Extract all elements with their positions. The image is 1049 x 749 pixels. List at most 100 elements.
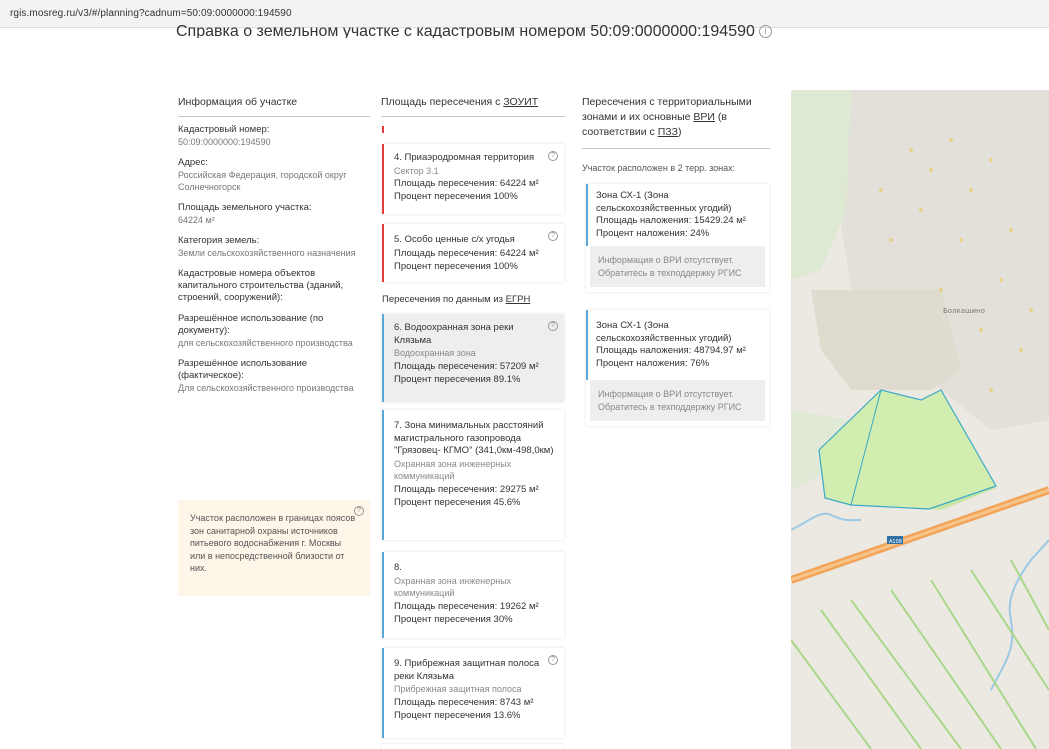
zones-heading-line1: Пересечения с территориальными <box>582 96 752 108</box>
area-value: 64224 м² <box>178 215 215 225</box>
egrn-card[interactable]: 7. Зона минимальных расстояний магистрал… <box>382 410 564 540</box>
pzz-link[interactable]: ПЗЗ <box>658 126 678 138</box>
zouit-card-percent: Процент пересечения 100% <box>394 191 518 202</box>
zone-card-main: Зона СХ-1 (Зона сельскохозяйственных уго… <box>586 184 769 246</box>
egrn-card-subtitle: Охранная зона инженерных коммуникаций <box>394 458 512 482</box>
red-marker <box>382 126 384 133</box>
egrn-card-area: Площадь пересечения: 8743 м² <box>394 696 534 708</box>
egrn-heading-prefix: Пересечения по данным из <box>382 294 506 305</box>
zouit-card-subtitle: Сектор 3.1 <box>394 165 439 176</box>
egrn-card-title: 7. Зона минимальных расстояний магистрал… <box>394 420 554 456</box>
next-card-edge <box>382 744 564 749</box>
zones-heading-rule <box>582 148 770 149</box>
zouit-card[interactable]: 4. Приаэродромная территория Сектор 3.1 … <box>382 144 564 214</box>
zones-heading-text: соответствии с <box>582 126 658 138</box>
address-value: Российская Федерация, городской округ Со… <box>178 170 347 192</box>
egrn-card-subtitle: Охранная зона инженерных коммуникаций <box>394 575 512 599</box>
area-label: Площадь земельного участка: <box>178 202 312 213</box>
zouit-card-area: Площадь пересечения: 64224 м² <box>394 247 539 259</box>
help-icon[interactable]: ? <box>548 151 558 161</box>
egrn-card-area: Площадь пересечения: 19262 м² <box>394 600 539 612</box>
zouit-card-title: 4. Приаэродромная территория <box>394 152 535 163</box>
zone-card[interactable]: Зона СХ-1 (Зона сельскохозяйственных уго… <box>586 310 769 426</box>
zones-heading-line3: соответствии с ПЗЗ) <box>582 125 772 140</box>
zouit-card[interactable]: 5. Особо ценные с/х угодья Площадь перес… <box>382 224 564 282</box>
info-icon[interactable]: i <box>758 25 772 38</box>
zone-card-percent: Процент наложения: 76% <box>596 357 710 369</box>
place-label: Болкашино <box>943 307 985 315</box>
egrn-card-percent: Процент пересечения 13.6% <box>394 709 521 721</box>
use-doc-field: Разрешённое использование (по документу)… <box>178 313 374 349</box>
zouit-link[interactable]: ЗОУИТ <box>503 96 538 108</box>
help-icon[interactable]: ? <box>548 321 558 331</box>
zone-card-percent: Процент наложения: 24% <box>596 227 710 239</box>
area-field: Площадь земельного участка: 64224 м² <box>178 202 374 226</box>
egrn-card-area: Площадь пересечения: 57209 м² <box>394 360 539 372</box>
info-heading-rule <box>178 116 370 117</box>
page-title-text: Справка о земельном участке с кадастровы… <box>176 23 755 38</box>
help-icon[interactable]: ? <box>548 655 558 665</box>
oks-field: Кадастровые номера объектов капитального… <box>178 268 374 304</box>
egrn-card[interactable]: 8. Охранная зона инженерных коммуникаций… <box>382 552 564 638</box>
map-canvas[interactable]: А108 Болкашино <box>789 90 1049 749</box>
egrn-card-percent: Процент пересечения 45.6% <box>394 496 521 508</box>
egrn-card-title: 8. <box>394 562 402 573</box>
help-icon[interactable]: ? <box>354 506 364 516</box>
sanitary-zone-warning: Участок расположен в границах поясов зон… <box>178 500 370 596</box>
zone-card[interactable]: Зона СХ-1 (Зона сельскохозяйственных уго… <box>586 184 769 292</box>
address-label: Адрес: <box>178 157 208 168</box>
oks-label: Кадастровые номера объектов капитального… <box>178 268 344 303</box>
parcel-info: Кадастровый номер: 50:09:0000000:194590 … <box>178 124 374 403</box>
zouit-heading-rule <box>381 116 565 117</box>
egrn-card-area: Площадь пересечения: 29275 м² <box>394 483 539 495</box>
category-label: Категория земель: <box>178 235 260 246</box>
cad-number-value: 50:09:0000000:194590 <box>178 137 271 147</box>
zouit-heading-prefix: Площадь пересечения с <box>381 96 504 108</box>
zone-card-area: Площадь наложения: 48794.97 м² <box>596 345 746 356</box>
vri-missing-note: Информация о ВРИ отсутствует. Обратитесь… <box>590 246 765 287</box>
cad-number-field: Кадастровый номер: 50:09:0000000:194590 <box>178 124 374 148</box>
egrn-card-title: 9. Прибрежная защитная полоса реки Клязь… <box>394 658 540 682</box>
cad-number-label: Кадастровый номер: <box>178 124 270 135</box>
zone-card-title: Зона СХ-1 (Зона сельскохозяйственных уго… <box>596 320 732 344</box>
egrn-card-percent: Процент пересечения 89.1% <box>394 373 521 385</box>
egrn-card-title: 6. Водоохранная зона реки Клязьма <box>394 322 514 346</box>
zouit-heading: Площадь пересечения с ЗОУИТ <box>381 95 538 110</box>
use-fact-field: Разрешённое использование (фактическое):… <box>178 358 374 394</box>
vri-link[interactable]: ВРИ <box>693 111 715 123</box>
zouit-card-percent: Процент пересечения 100% <box>394 260 518 272</box>
url-text[interactable]: rgis.mosreg.ru/v3/#/planning?cadnum=50:0… <box>10 8 292 19</box>
zouit-card-title: 5. Особо ценные с/х угодья <box>394 234 515 245</box>
road-label: А108 <box>889 539 902 545</box>
use-fact-label: Разрешённое использование (фактическое): <box>178 358 308 381</box>
use-fact-value: Для сельскохозяйственного производства <box>178 383 354 393</box>
zones-heading-text: ) <box>677 126 682 138</box>
zone-card-title: Зона СХ-1 (Зона сельскохозяйственных уго… <box>596 190 732 214</box>
zones-heading-line2: зонами и их основные ВРИ (в <box>582 110 772 125</box>
page-title: Справка о земельном участке с кадастровы… <box>176 22 772 38</box>
warning-text: Участок расположен в границах поясов зон… <box>190 513 356 573</box>
vri-missing-note: Информация о ВРИ отсутствует. Обратитесь… <box>590 380 765 421</box>
zouit-card-area: Площадь пересечения: 64224 м² <box>394 178 539 189</box>
egrn-card-subtitle: Прибрежная защитная полоса <box>394 684 522 694</box>
egrn-card-subtitle: Водоохранная зона <box>394 348 476 358</box>
zones-count-note: Участок расположен в 2 терр. зонах: <box>582 163 736 173</box>
category-field: Категория земель: Земли сельскохозяйстве… <box>178 235 374 259</box>
info-heading: Информация об участке <box>178 96 298 108</box>
zones-heading: Пересечения с территориальными зонами и … <box>582 95 772 140</box>
egrn-card-percent: Процент пересечения 30% <box>394 613 513 625</box>
zone-card-area: Площадь наложения: 15429.24 м² <box>596 215 746 226</box>
use-doc-value: для сельскохозяйственного производства <box>178 338 353 348</box>
egrn-card[interactable]: 9. Прибрежная защитная полоса реки Клязь… <box>382 648 564 738</box>
use-doc-label: Разрешённое использование (по документу)… <box>178 313 324 336</box>
zones-heading-text: (в <box>714 111 727 123</box>
address-field: Адрес: Российская Федерация, городской о… <box>178 157 374 193</box>
zone-card-main: Зона СХ-1 (Зона сельскохозяйственных уго… <box>586 310 769 380</box>
category-value: Земли сельскохозяйственного назначения <box>178 248 356 258</box>
map-view[interactable]: А108 Болкашино <box>789 90 1049 749</box>
zones-heading-text: зонами и их основные <box>582 111 694 123</box>
egrn-card[interactable]: 6. Водоохранная зона реки Клязьма Водоох… <box>382 314 564 402</box>
egrn-link[interactable]: ЕГРН <box>506 294 531 305</box>
egrn-heading: Пересечения по данным из ЕГРН <box>382 294 530 305</box>
help-icon[interactable]: ? <box>548 231 558 241</box>
